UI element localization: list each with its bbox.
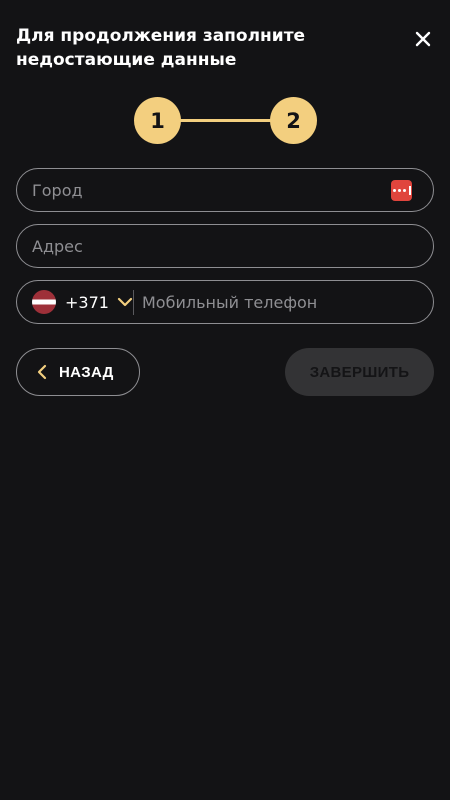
- address-field[interactable]: [16, 224, 434, 268]
- progress-stepper: 1 2: [134, 97, 317, 144]
- chevron-down-icon: [117, 297, 133, 307]
- city-field[interactable]: [16, 168, 434, 212]
- country-code: +371: [65, 292, 109, 312]
- close-icon: [415, 31, 431, 47]
- page-title: Для продолжения заполните недостающие да…: [16, 26, 306, 70]
- address-input[interactable]: [32, 225, 392, 267]
- finish-button[interactable]: ЗАВЕРШИТЬ: [285, 348, 434, 396]
- step-2-indicator: 2: [270, 97, 317, 144]
- registration-completion-screen: Для продолжения заполните недостающие да…: [0, 0, 450, 800]
- close-button[interactable]: [410, 26, 436, 52]
- back-button[interactable]: НАЗАД: [16, 348, 140, 396]
- city-input[interactable]: [32, 169, 392, 211]
- phone-field[interactable]: +371: [16, 280, 434, 324]
- chevron-left-icon: [37, 364, 47, 380]
- back-button-label: НАЗАД: [59, 363, 114, 381]
- country-code-selector[interactable]: +371: [32, 281, 133, 323]
- latvia-flag-icon: [32, 290, 56, 314]
- step-1-indicator: 1: [134, 97, 181, 144]
- phone-field-divider: [133, 290, 134, 315]
- phone-input[interactable]: [142, 281, 422, 323]
- stepper-connector-line: [174, 119, 274, 122]
- password-manager-icon[interactable]: [391, 180, 412, 201]
